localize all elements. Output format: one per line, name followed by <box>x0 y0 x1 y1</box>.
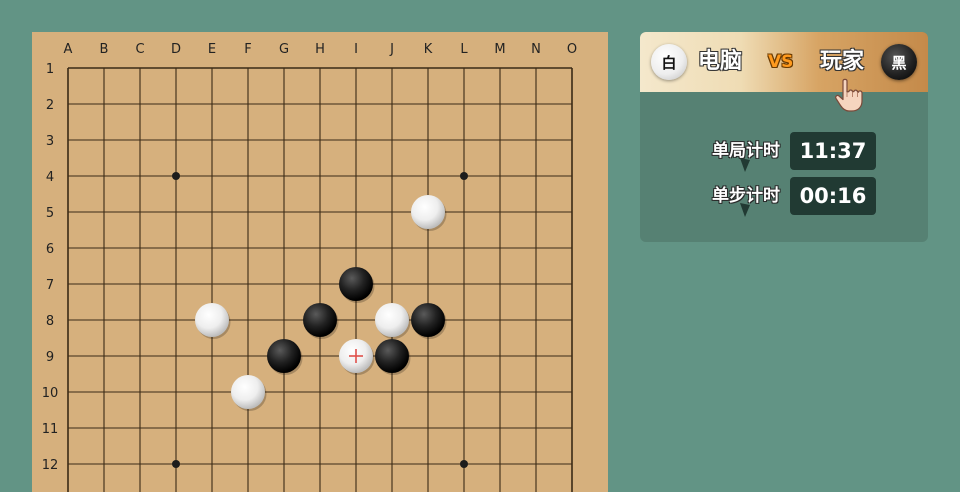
column-label: C <box>135 42 144 57</box>
column-label: J <box>389 42 394 57</box>
row-label: 12 <box>42 458 59 473</box>
column-label: F <box>244 42 251 57</box>
player-white-name: 电脑 <box>698 49 743 74</box>
black-stone <box>303 303 339 339</box>
black-stone-badge: 黑 <box>881 44 917 80</box>
row-label: 6 <box>46 242 54 257</box>
game-timer-pointer <box>740 158 750 172</box>
column-label: M <box>494 42 505 57</box>
row-label: 10 <box>42 386 59 401</box>
column-label: O <box>567 42 577 57</box>
black-stone <box>375 339 411 375</box>
row-label: 8 <box>46 314 54 329</box>
go-board[interactable]: A B C D E F G H I J K L M N O 1 2 3 4 5 6 7 8 9 10 11 12 <box>32 32 608 492</box>
white-stone <box>195 303 231 339</box>
column-label: A <box>64 42 73 57</box>
row-label: 3 <box>46 134 54 149</box>
black-stone <box>267 339 303 375</box>
player-black-name: 玩家 <box>820 49 865 74</box>
white-stone-badge: 白 <box>651 44 687 80</box>
column-label: E <box>208 42 216 57</box>
step-timer-value: 00:16 <box>790 177 876 215</box>
white-stone <box>411 195 447 231</box>
game-timer-value: 11:37 <box>790 132 876 170</box>
step-timer-row: 单步计时 00:16 <box>640 177 928 217</box>
step-timer-pointer <box>740 203 750 217</box>
player-vs-bar: 白 电脑 VS 玩家 黑 <box>640 32 928 112</box>
game-info-panel: 白 电脑 VS 玩家 黑 单局计时 11:37 单步计时 00:16 <box>640 32 928 242</box>
column-label: H <box>315 42 325 57</box>
black-stone <box>339 267 375 303</box>
row-label: 11 <box>42 422 59 437</box>
board-grid[interactable]: A B C D E F G H I J K L M N O123456789101112 <box>32 32 608 492</box>
white-stone-last-move <box>339 339 375 375</box>
star-point <box>460 172 468 180</box>
game-timer-label: 单局计时 <box>712 141 780 161</box>
pointing-hand-icon <box>835 78 863 112</box>
black-stone <box>411 303 447 339</box>
column-label: B <box>100 42 109 57</box>
star-point <box>172 460 180 468</box>
column-label: K <box>424 42 433 57</box>
step-timer-label: 单步计时 <box>712 186 780 206</box>
star-point <box>172 172 180 180</box>
row-label: 9 <box>46 350 54 365</box>
row-label: 7 <box>46 278 54 293</box>
row-label: 4 <box>46 170 54 185</box>
white-stone <box>375 303 411 339</box>
column-label: N <box>531 42 541 57</box>
white-stone <box>231 375 267 411</box>
vs-label: VS <box>768 52 794 72</box>
row-label: 2 <box>46 98 54 113</box>
star-point <box>460 460 468 468</box>
column-label: G <box>279 42 289 57</box>
row-label: 5 <box>46 206 54 221</box>
column-label: D <box>171 42 181 57</box>
game-timer-row: 单局计时 11:37 <box>640 132 928 172</box>
column-label: L <box>460 42 468 57</box>
column-label: I <box>354 42 358 57</box>
row-label: 1 <box>46 62 54 77</box>
